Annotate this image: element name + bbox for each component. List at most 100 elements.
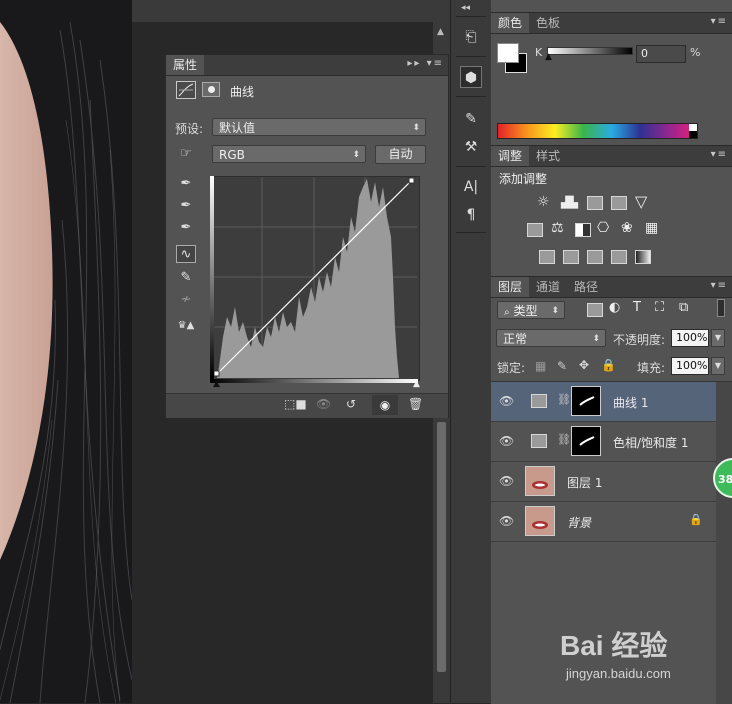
scroll-thumb[interactable]: [437, 422, 446, 672]
preset-select[interactable]: 默认值 ⬍: [212, 118, 426, 136]
curves-adjustment-icon[interactable]: [176, 81, 196, 99]
filter-type-icon[interactable]: T: [633, 300, 641, 315]
threshold-icon[interactable]: [587, 250, 603, 264]
eye-icon[interactable]: 👁: [499, 394, 514, 408]
foreground-color-swatch[interactable]: [497, 43, 519, 63]
clipping-warning-icon[interactable]: ♛▲: [176, 317, 196, 335]
lock-all-icon[interactable]: 🔒: [601, 358, 616, 372]
layer-thumbnail[interactable]: [525, 506, 555, 536]
panel-menu-icon[interactable]: ▾≡: [711, 149, 728, 160]
panel-menu-icon[interactable]: ▾≡: [711, 16, 728, 27]
tab-swatches[interactable]: 色板: [529, 13, 567, 33]
tab-color[interactable]: 颜色: [491, 13, 530, 33]
layer-thumbnail[interactable]: [525, 466, 555, 496]
color-spectrum-ramp[interactable]: [497, 123, 698, 139]
k-slider-thumb-icon[interactable]: ▲: [545, 52, 552, 62]
black-white-icon[interactable]: [575, 223, 591, 237]
gray-point-eyedropper-icon[interactable]: ✒: [176, 197, 196, 215]
black-input-slider-icon[interactable]: ▲: [213, 379, 220, 389]
clip-to-layer-icon[interactable]: ⬚■: [284, 397, 307, 411]
panel-menu-icon[interactable]: ▾≡: [711, 280, 728, 291]
filter-adjustment-icon[interactable]: ◐: [609, 300, 620, 315]
trash-icon[interactable]: 🗑: [408, 397, 423, 411]
panel-menu-icon[interactable]: ▸▸ ▾≡: [407, 58, 444, 69]
watermark-url: jingyan.baidu.com: [566, 666, 671, 681]
pencil-draw-icon[interactable]: ✎: [176, 269, 196, 287]
layer-row-background[interactable]: 👁 背景 🔒: [491, 502, 716, 542]
curve-white-point[interactable]: [408, 177, 415, 184]
character-icon[interactable]: A|: [460, 176, 482, 198]
layer-filter-select[interactable]: ⌕ 类型 ⬍: [497, 301, 565, 319]
reset-icon[interactable]: ↺: [346, 397, 356, 411]
filter-pixel-icon[interactable]: [587, 303, 603, 317]
layer-name: 背景: [567, 516, 592, 530]
brush-presets-icon[interactable]: ✎: [460, 108, 482, 130]
channel-mixer-icon[interactable]: ❀: [621, 220, 633, 236]
selective-color-icon[interactable]: [611, 250, 627, 264]
k-slider-track[interactable]: [547, 47, 633, 55]
layer-mask-thumbnail[interactable]: [571, 386, 601, 416]
tab-properties[interactable]: 属性: [166, 55, 205, 75]
collapse-dock-icon[interactable]: ◂◂: [461, 3, 470, 13]
canvas-photo[interactable]: [0, 0, 132, 703]
photo-filter-icon[interactable]: ⎔: [597, 220, 609, 236]
layer-row-curves[interactable]: 👁 ⛓ 曲线 1: [491, 382, 716, 422]
white-point-eyedropper-icon[interactable]: ✒: [176, 219, 196, 237]
exposure-icon[interactable]: [611, 196, 627, 210]
levels-icon[interactable]: ▟▙: [561, 196, 578, 209]
progress-badge[interactable]: 38: [713, 458, 732, 498]
fill-dropdown-icon[interactable]: ▼: [711, 357, 725, 375]
smooth-curve-icon[interactable]: ≁: [176, 291, 196, 309]
3d-icon[interactable]: ⬢: [460, 66, 482, 88]
curves-icon[interactable]: [587, 196, 603, 210]
tool-presets-icon[interactable]: ⚒: [460, 136, 482, 158]
eye-icon[interactable]: 👁: [499, 514, 514, 528]
white-input-slider-icon[interactable]: ▲: [413, 379, 420, 389]
eye-icon[interactable]: 👁: [499, 434, 514, 448]
lock-image-icon[interactable]: ✎: [557, 359, 567, 373]
vibrance-icon[interactable]: ▽: [635, 192, 647, 211]
hue-saturation-icon[interactable]: [527, 223, 543, 237]
chain-link-icon[interactable]: ⛓: [557, 433, 571, 446]
blend-mode-select[interactable]: 正常 ⬍: [496, 329, 606, 347]
on-image-adjust-hand-icon[interactable]: ☞: [176, 145, 196, 163]
curves-graph[interactable]: [210, 176, 420, 381]
filter-smart-object-icon[interactable]: ⧉: [679, 300, 688, 315]
gradient-map-icon[interactable]: [635, 250, 651, 264]
curve-black-point[interactable]: [213, 370, 220, 377]
tab-channels[interactable]: 通道: [529, 277, 567, 297]
brightness-contrast-icon[interactable]: ☼: [537, 194, 550, 210]
eye-icon[interactable]: 👁: [499, 474, 514, 488]
tab-layers[interactable]: 图层: [491, 277, 530, 297]
dock-separator: [456, 56, 486, 57]
curve-point-tool-icon[interactable]: ∿: [176, 245, 196, 263]
paragraph-icon[interactable]: ¶: [460, 204, 482, 226]
tab-paths[interactable]: 路径: [567, 277, 605, 297]
view-previous-icon[interactable]: 👁: [316, 397, 331, 411]
tab-styles[interactable]: 样式: [529, 146, 567, 166]
color-balance-icon[interactable]: ⚖: [551, 220, 564, 236]
lock-transparent-icon[interactable]: ▦: [535, 359, 546, 373]
opacity-dropdown-icon[interactable]: ▼: [711, 329, 725, 347]
chain-link-icon[interactable]: ⛓: [557, 393, 571, 406]
scroll-up-icon[interactable]: ▲: [437, 27, 444, 37]
layer-row-layer1[interactable]: 👁 图层 1: [491, 462, 716, 502]
layer-row-hue-saturation[interactable]: 👁 ⛓ 色相/饱和度 1: [491, 422, 716, 462]
black-point-eyedropper-icon[interactable]: ✒: [176, 175, 196, 193]
history-icon[interactable]: ⎗: [460, 26, 482, 48]
filter-shape-icon[interactable]: ⛶: [655, 300, 664, 315]
tab-adjustments[interactable]: 调整: [491, 146, 530, 166]
fill-field[interactable]: 100%: [671, 357, 709, 375]
filter-toggle-switch[interactable]: [717, 299, 725, 317]
color-lookup-icon[interactable]: ▦: [645, 220, 658, 236]
posterize-icon[interactable]: [563, 250, 579, 264]
invert-icon[interactable]: [539, 250, 555, 264]
lock-position-icon[interactable]: ✥: [579, 358, 589, 372]
layer-mask-thumbnail[interactable]: [571, 426, 601, 456]
auto-button[interactable]: 自动: [375, 145, 426, 164]
k-value-field[interactable]: 0: [636, 45, 686, 63]
opacity-field[interactable]: 100%: [671, 329, 709, 347]
visibility-toggle-icon[interactable]: ◉: [372, 395, 398, 415]
mask-icon[interactable]: [202, 82, 220, 97]
channel-select[interactable]: RGB ⬍: [212, 145, 366, 163]
